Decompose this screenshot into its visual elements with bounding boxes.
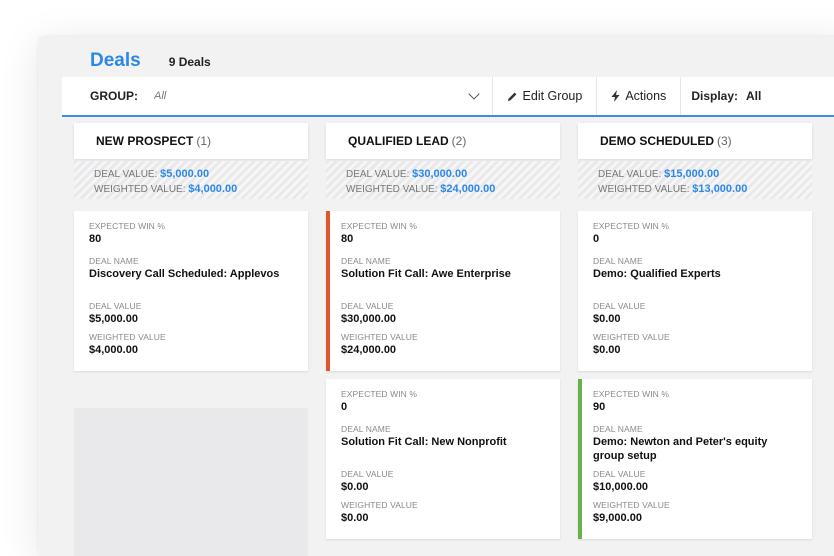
display-select[interactable]: All — [746, 89, 834, 103]
column-header: QUALIFIED LEAD (2) — [326, 123, 560, 159]
expected-win-label: EXPECTED WIN % — [341, 389, 418, 399]
column-name: NEW PROSPECT — [96, 134, 194, 148]
toolbar-divider — [680, 77, 682, 115]
weighted-value-label: WEIGHTED VALUE: — [346, 184, 438, 195]
actions-button[interactable]: Actions — [597, 77, 680, 115]
deal-value-label: DEAL VALUE — [593, 301, 646, 311]
weighted-value: $9,000.00 — [593, 512, 642, 524]
title-row: Deals 9 Deals — [90, 50, 211, 72]
weighted-value: $0.00 — [341, 512, 369, 524]
deal-name-label: DEAL NAME — [341, 424, 391, 434]
pencil-icon — [507, 92, 516, 101]
column-summary: DEAL VALUE: $5,000.00 WEIGHTED VALUE: $4… — [74, 161, 308, 199]
deal-value-total: $5,000.00 — [160, 168, 210, 180]
deal-value: $0.00 — [593, 313, 621, 325]
deal-value: $0.00 — [341, 481, 369, 493]
deal-value: $10,000.00 — [593, 481, 649, 493]
column-count: (2) — [451, 134, 467, 148]
weighted-value: $24,000.00 — [341, 344, 397, 356]
display-label: Display: — [691, 89, 738, 103]
deal-name: Discovery Call Scheduled: Applevos — [89, 268, 280, 280]
deal-name-label: DEAL NAME — [341, 256, 391, 266]
deal-value-label: DEAL VALUE — [89, 301, 142, 311]
deal-value-label: DEAL VALUE: — [598, 169, 662, 180]
expected-win-value: 0 — [341, 401, 348, 413]
weighted-value-label: WEIGHTED VALUE — [593, 500, 670, 510]
deal-value-label: DEAL VALUE: — [94, 169, 158, 180]
expected-win-value: 0 — [593, 233, 600, 245]
deal-name-label: DEAL NAME — [593, 424, 643, 434]
weighted-value-total: $4,000.00 — [188, 183, 238, 195]
group-label: GROUP: — [90, 89, 138, 103]
deal-name-label: DEAL NAME — [593, 256, 643, 266]
deal-value: $30,000.00 — [341, 313, 397, 325]
weighted-value-label: WEIGHTED VALUE — [341, 332, 418, 342]
chevron-down-icon — [467, 88, 480, 100]
deal-card[interactable]: EXPECTED WIN % 0 DEAL NAME Solution Fit … — [326, 379, 560, 539]
actions-label: Actions — [625, 89, 667, 103]
lightning-icon — [611, 90, 620, 102]
deal-value-total: $30,000.00 — [412, 168, 468, 180]
deal-value-label: DEAL VALUE — [341, 301, 394, 311]
column-count: (3) — [717, 134, 732, 148]
weighted-value: $0.00 — [593, 344, 621, 356]
weighted-value: $4,000.00 — [89, 344, 138, 356]
toolbar: GROUP: Edit Group Actions Display: All — [62, 77, 834, 117]
column-header: DEMO SCHEDULED (3) — [578, 123, 812, 159]
weighted-value-label: WEIGHTED VALUE — [341, 500, 418, 510]
deal-name-label: DEAL NAME — [89, 256, 139, 266]
expected-win-label: EXPECTED WIN % — [593, 221, 670, 231]
edit-group-label: Edit Group — [522, 89, 583, 103]
group-dropdown-toggle[interactable] — [464, 77, 484, 115]
deal-card[interactable]: EXPECTED WIN % 0 DEAL NAME Demo: Qualifi… — [578, 211, 812, 371]
column-summary: DEAL VALUE: $30,000.00 WEIGHTED VALUE: $… — [326, 161, 560, 199]
weighted-value-total: $24,000.00 — [440, 183, 496, 195]
deal-value-label: DEAL VALUE — [593, 469, 646, 479]
column-qualified-lead: QUALIFIED LEAD (2) DEAL VALUE: $30,000.0… — [326, 123, 560, 539]
deal-name: Demo: Qualified Experts — [593, 268, 721, 280]
expected-win-label: EXPECTED WIN % — [593, 389, 670, 399]
deal-name: Demo: Newton and Peter's equity group se… — [593, 436, 768, 462]
column-count: (1) — [196, 134, 212, 148]
deal-value-total: $15,000.00 — [664, 168, 720, 180]
column-new-prospect: NEW PROSPECT (1) DEAL VALUE: $5,000.00 W… — [74, 123, 308, 371]
weighted-value-label: WEIGHTED VALUE — [89, 332, 166, 342]
group-select[interactable] — [152, 89, 446, 103]
deal-value: $5,000.00 — [89, 313, 138, 325]
deal-count: 9 Deals — [168, 55, 211, 69]
weighted-value-label: WEIGHTED VALUE: — [94, 184, 186, 195]
deal-value-label: DEAL VALUE: — [346, 169, 410, 180]
deal-value-label: DEAL VALUE — [341, 469, 394, 479]
expected-win-label: EXPECTED WIN % — [341, 221, 418, 231]
deal-name: Solution Fit Call: Awe Enterprise — [341, 268, 511, 280]
empty-drop-zone — [74, 408, 308, 556]
deal-card[interactable]: EXPECTED WIN % 80 DEAL NAME Solution Fit… — [326, 211, 560, 371]
deal-card[interactable]: EXPECTED WIN % 80 DEAL NAME Discovery Ca… — [74, 211, 308, 371]
edit-group-button[interactable]: Edit Group — [493, 77, 597, 115]
page-title: Deals — [90, 50, 141, 71]
weighted-value-label: WEIGHTED VALUE: — [598, 184, 690, 195]
column-header: NEW PROSPECT (1) — [74, 123, 308, 159]
weighted-value-label: WEIGHTED VALUE — [593, 332, 670, 342]
column-summary: DEAL VALUE: $15,000.00 WEIGHTED VALUE: $… — [578, 161, 812, 199]
expected-win-value: 80 — [89, 233, 102, 245]
column-name: DEMO SCHEDULED — [600, 134, 715, 148]
app-window: Deals 9 Deals GROUP: Edit Group Actions … — [38, 36, 834, 556]
expected-win-label: EXPECTED WIN % — [89, 221, 166, 231]
column-name: QUALIFIED LEAD — [348, 134, 449, 148]
column-demo-scheduled: DEMO SCHEDULED (3) DEAL VALUE: $15,000.0… — [578, 123, 812, 539]
weighted-value-total: $13,000.00 — [692, 183, 748, 195]
expected-win-value: 80 — [341, 233, 354, 245]
expected-win-value: 90 — [593, 401, 606, 413]
deal-name: Solution Fit Call: New Nonprofit — [341, 436, 507, 448]
deal-card[interactable]: EXPECTED WIN % 90 DEAL NAME Demo: Newton… — [578, 379, 812, 539]
